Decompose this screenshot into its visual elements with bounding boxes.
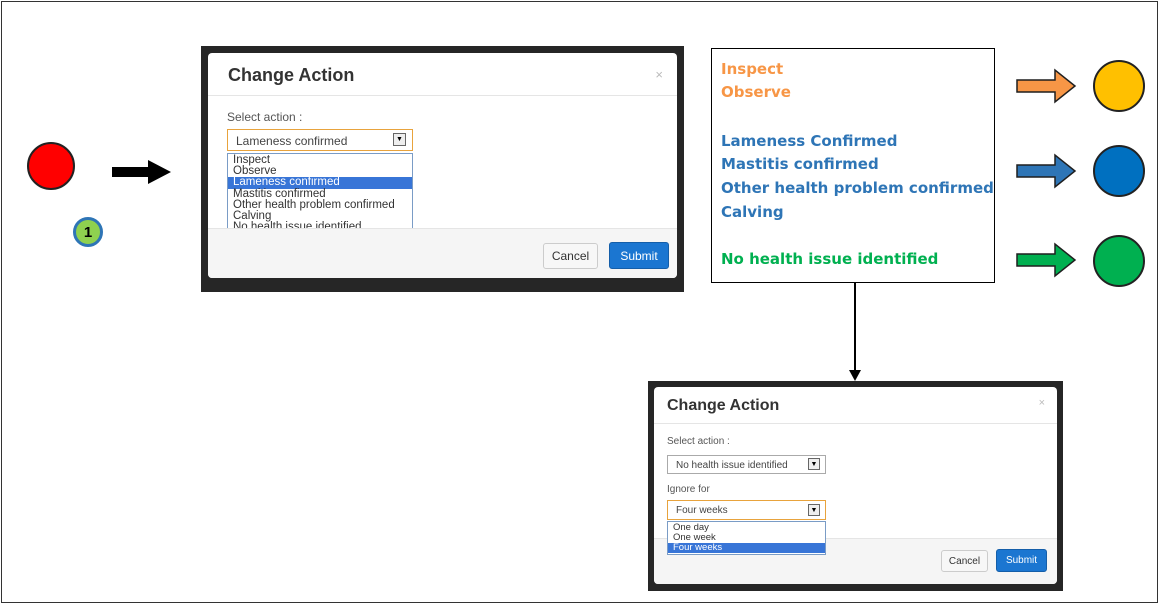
- ignore-for-label: Ignore for: [667, 484, 710, 495]
- category-observe: Observe: [721, 83, 791, 101]
- category-mastitis: Mastitis confirmed: [721, 155, 879, 173]
- dialog-screenshot-2: Change Action × Select action : No healt…: [648, 381, 1063, 591]
- select-action-value-2: No health issue identified: [676, 460, 788, 471]
- red-status-circle: [27, 142, 75, 190]
- green-status-circle: [1093, 235, 1145, 287]
- submit-button[interactable]: Submit: [609, 242, 669, 269]
- chevron-down-icon[interactable]: ▼: [393, 133, 406, 146]
- chevron-down-icon[interactable]: ▼: [808, 458, 820, 470]
- category-calving: Calving: [721, 203, 784, 221]
- category-lameness: Lameness Confirmed: [721, 132, 898, 150]
- ignore-for-value: Four weeks: [676, 505, 728, 516]
- dialog-header-2: Change Action ×: [654, 387, 1057, 424]
- category-inspect: Inspect: [721, 60, 784, 78]
- ignore-for-dropdown[interactable]: Four weeks ▼: [667, 500, 826, 520]
- select-action-label: Select action :: [227, 110, 303, 124]
- arrow-3-to-4-head: [849, 370, 861, 381]
- action-categories-box: Inspect Observe Lameness Confirmed Masti…: [711, 48, 995, 283]
- dropdown-option[interactable]: Four weeks: [668, 543, 825, 553]
- select-action-dropdown-2[interactable]: No health issue identified ▼: [667, 455, 826, 474]
- change-action-dialog-2: Change Action × Select action : No healt…: [654, 387, 1057, 584]
- dialog-title-2: Change Action: [667, 397, 780, 414]
- dialog-title: Change Action: [228, 65, 355, 85]
- ignore-for-options: One day One week Four weeks: [667, 521, 826, 555]
- chevron-down-icon[interactable]: ▼: [808, 504, 820, 516]
- cancel-button-2[interactable]: Cancel: [941, 550, 988, 572]
- dropdown-option[interactable]: Lameness confirmed: [228, 177, 412, 189]
- arrow-orange: [1016, 68, 1077, 104]
- arrow-green: [1016, 242, 1077, 278]
- change-action-dialog: Change Action × Select action : Lameness…: [208, 53, 677, 278]
- step-badge-1: 1: [73, 217, 103, 247]
- select-action-options: Inspect Observe Lameness confirmed Mastitis…: [227, 153, 413, 236]
- close-icon[interactable]: ×: [1039, 397, 1045, 409]
- select-action-label-2: Select action :: [667, 436, 730, 447]
- dialog-screenshot-1: Change Action × Select action : Lameness…: [201, 46, 684, 292]
- select-action-dropdown[interactable]: Lameness confirmed ▼: [227, 129, 413, 151]
- close-icon[interactable]: ×: [655, 67, 663, 82]
- cancel-button[interactable]: Cancel: [543, 243, 598, 269]
- arrow-blue: [1016, 153, 1077, 189]
- dialog-header: Change Action ×: [208, 53, 677, 96]
- category-no-health-issue: No health issue identified: [721, 250, 939, 268]
- category-other-health: Other health problem confirmed: [721, 179, 994, 197]
- orange-status-circle: [1093, 60, 1145, 112]
- blue-status-circle: [1093, 145, 1145, 197]
- select-action-value: Lameness confirmed: [236, 134, 348, 148]
- submit-button-2[interactable]: Submit: [996, 549, 1047, 572]
- arrow-1-to-2: [112, 160, 171, 184]
- dialog-footer: [208, 228, 677, 278]
